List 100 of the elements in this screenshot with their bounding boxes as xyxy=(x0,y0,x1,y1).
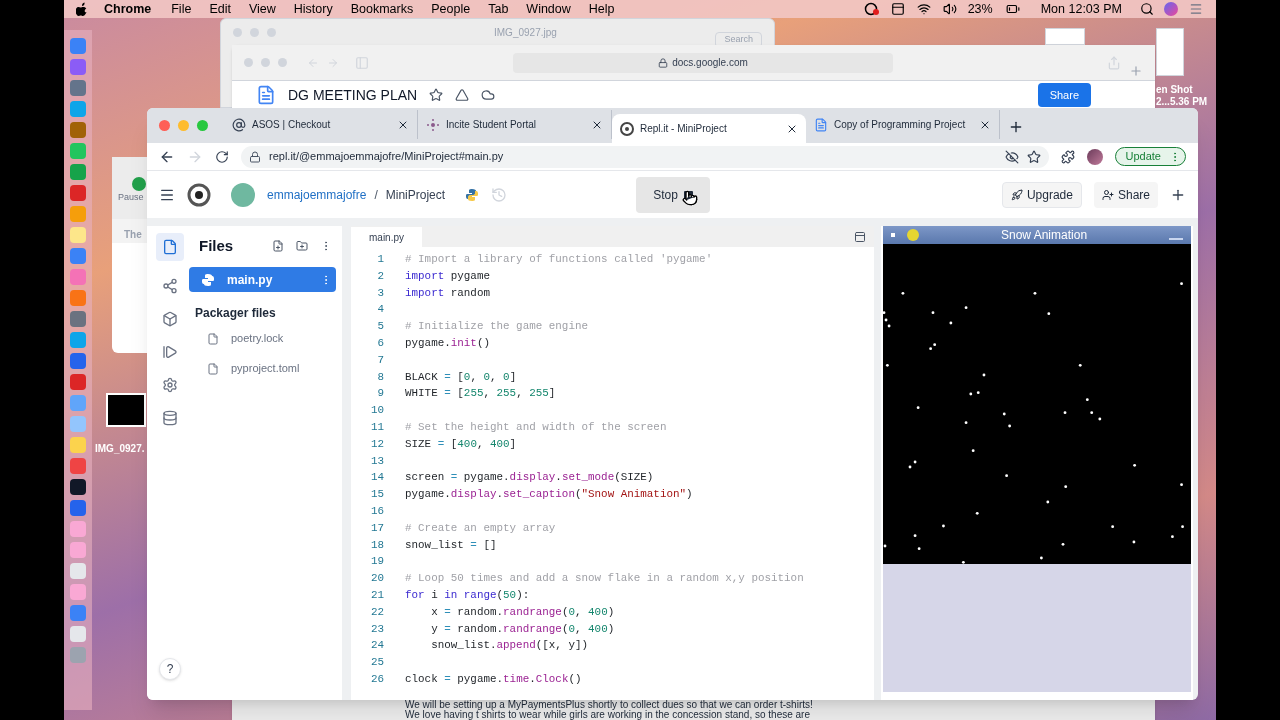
browser-tab[interactable]: Repl.it - MiniProject xyxy=(612,114,806,143)
sidebar-icon[interactable] xyxy=(355,55,369,70)
docs-share-button[interactable]: Share xyxy=(1037,82,1091,108)
eye-off-icon[interactable] xyxy=(1004,149,1019,164)
browser-tab[interactable]: ASOS | Checkout xyxy=(224,110,418,139)
screenshot-thumbnail[interactable] xyxy=(1156,28,1184,76)
user-avatar[interactable] xyxy=(231,182,255,207)
new-tab-icon[interactable] xyxy=(1008,119,1024,135)
menu-item[interactable]: Tab xyxy=(488,0,509,19)
swirl-logo-icon[interactable] xyxy=(187,182,211,207)
help-button[interactable]: ? xyxy=(159,658,181,680)
line-number: 13 xyxy=(369,453,384,469)
package-icon[interactable] xyxy=(162,311,178,327)
line-number: 11 xyxy=(369,419,384,435)
menu-item[interactable]: History xyxy=(293,0,333,19)
search-icon[interactable] xyxy=(1140,2,1154,16)
history-icon[interactable] xyxy=(491,186,508,203)
desktop-file-label: 2...5.36 PM xyxy=(1156,95,1208,109)
new-folder-icon[interactable] xyxy=(296,240,308,252)
settings-icon[interactable] xyxy=(162,377,178,393)
project-name[interactable]: MiniProject xyxy=(385,185,446,204)
window-menu-icon[interactable] xyxy=(891,233,895,237)
code-line: screen = pygame.display.set_mode(SIZE) xyxy=(405,470,654,486)
star-icon[interactable] xyxy=(1026,149,1041,164)
code-line: # Create an empty array xyxy=(405,520,556,536)
menu-item[interactable]: People xyxy=(431,0,471,19)
database-icon[interactable] xyxy=(162,410,178,426)
code-line: import pygame xyxy=(405,268,490,284)
files-heading: Files xyxy=(199,235,234,256)
puzzle-icon[interactable] xyxy=(1060,149,1075,164)
code-line: snow_list.append([x, y]) xyxy=(430,638,588,654)
code-line: y = random.randrange(0, 400) xyxy=(430,621,615,637)
play-button-icon[interactable] xyxy=(132,177,146,191)
notes-thumbnail[interactable] xyxy=(106,393,146,427)
stop-button[interactable]: Stop xyxy=(636,177,710,213)
new-file-icon[interactable] xyxy=(272,240,284,252)
share-icon[interactable] xyxy=(1107,55,1121,70)
url-text: repl.it/@emmajoemmajofre/MiniProject#main.py xyxy=(269,149,504,165)
close-window-icon[interactable] xyxy=(159,120,170,131)
forward-icon[interactable] xyxy=(327,56,339,69)
cloud-icon[interactable] xyxy=(481,88,496,102)
dots-icon xyxy=(426,117,440,132)
wifi-icon xyxy=(915,2,932,16)
line-number: 26 xyxy=(369,671,384,687)
browser-tab[interactable]: Copy of Programming Project xyxy=(806,110,1000,139)
editor-tab[interactable]: main.py xyxy=(351,227,422,247)
siri-icon[interactable] xyxy=(1164,2,1178,16)
address-bar[interactable]: docs.google.com xyxy=(513,52,893,73)
drive-icon[interactable] xyxy=(455,88,470,102)
tab-title: Incite Student Portal xyxy=(446,118,537,132)
tab-title: Copy of Programming Project xyxy=(834,118,966,132)
code-line: for i in range(50): xyxy=(405,587,530,603)
menu-item[interactable]: Help xyxy=(588,0,615,19)
update-button[interactable]: Update xyxy=(1114,147,1186,166)
line-number: 24 xyxy=(369,638,384,654)
reload-icon[interactable] xyxy=(215,149,229,164)
apple-icon xyxy=(76,2,88,16)
menu-item[interactable]: File xyxy=(171,0,192,19)
address-bar[interactable]: repl.it/@emmajoemmajofre/MiniProject#main.py xyxy=(241,145,1049,168)
file-tree-row[interactable]: main.py xyxy=(189,267,336,292)
username-link[interactable]: emmajoemmajofre xyxy=(267,185,367,204)
swirl-logo-icon xyxy=(620,121,634,136)
desktop-file-label: en Shot xyxy=(1156,83,1193,97)
debugger-icon[interactable] xyxy=(162,344,178,360)
lock-icon xyxy=(249,150,261,163)
code-line: WHITE = [255, 255, 255] xyxy=(405,386,556,402)
code-line: snow_list = [] xyxy=(405,537,497,553)
record-icon xyxy=(863,2,880,16)
menu-item[interactable]: View xyxy=(248,0,276,19)
line-number: 25 xyxy=(369,655,384,671)
dock-app-icon[interactable] xyxy=(70,479,86,495)
code-line: clock = pygame.time.Clock() xyxy=(405,671,582,687)
url-text: docs.google.com xyxy=(672,56,748,70)
menu-item[interactable]: Window xyxy=(526,0,571,19)
line-number: 20 xyxy=(369,571,384,587)
code-line: x = random.randrange(0, 400) xyxy=(430,604,615,620)
version-control-icon[interactable] xyxy=(162,278,178,294)
upgrade-button[interactable]: Upgrade xyxy=(1001,181,1082,208)
line-number: 9 xyxy=(376,386,384,402)
game-window-title: Snow Animation xyxy=(1001,227,1088,244)
volume-icon xyxy=(941,2,958,16)
line-number: 17 xyxy=(369,520,384,536)
file-tree-row[interactable]: pyproject.toml xyxy=(189,355,336,382)
minimize-icon[interactable] xyxy=(1169,238,1183,240)
file-tree-row[interactable]: poetry.lock xyxy=(189,325,336,352)
menu-bar-clock: Mon 12:03 PM xyxy=(1040,0,1122,18)
minimize-window-icon[interactable] xyxy=(178,120,189,131)
app-menu[interactable]: Chrome xyxy=(104,0,152,19)
menu-item[interactable]: Bookmarks xyxy=(350,0,414,19)
minimap-icon[interactable] xyxy=(854,231,866,243)
screenshot-thumbnail[interactable] xyxy=(1045,28,1085,45)
profile-avatar[interactable] xyxy=(1086,148,1103,165)
line-number: 16 xyxy=(369,503,384,519)
share-button[interactable]: Share xyxy=(1093,181,1158,208)
star-icon[interactable] xyxy=(429,88,444,102)
tab-title: Repl.it - MiniProject xyxy=(640,122,727,136)
airplay-icon xyxy=(889,2,906,16)
menu-item[interactable]: Edit xyxy=(209,0,231,19)
zoom-window-icon[interactable] xyxy=(197,120,208,131)
files-tab[interactable] xyxy=(156,233,184,261)
